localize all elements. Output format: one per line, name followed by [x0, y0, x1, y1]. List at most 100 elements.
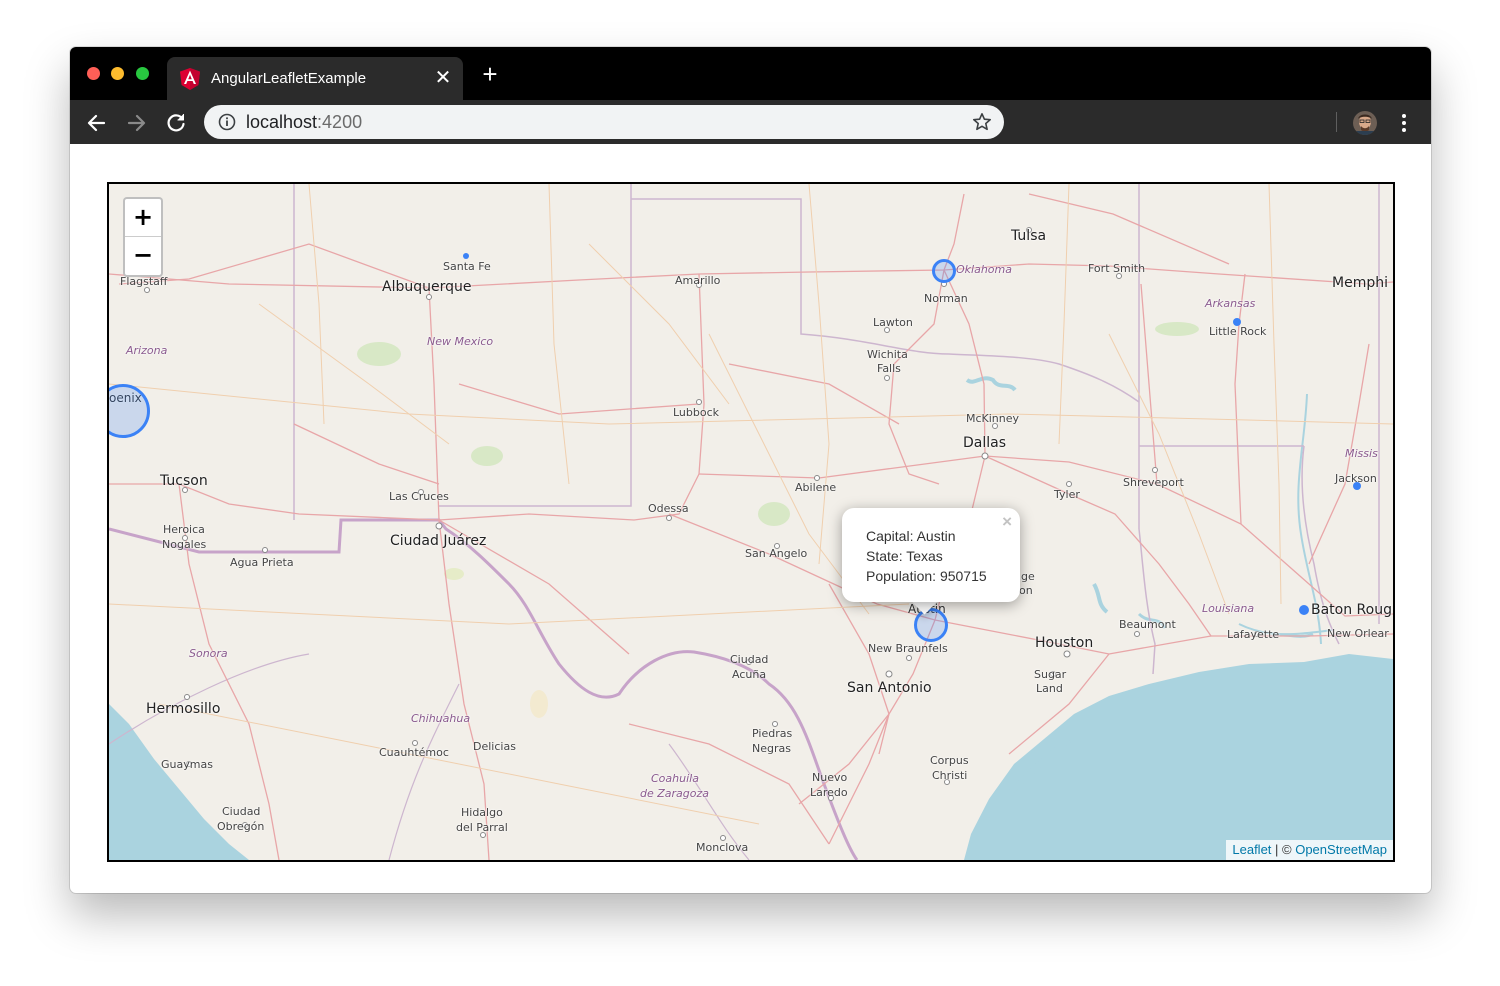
map-label-albuquerque: Albuquerque — [382, 279, 472, 295]
map-label-ciudad-acuna: Ciudad — [730, 653, 769, 666]
map-label-sugar-land: Sugar — [1034, 668, 1067, 681]
map-label-san-angelo: San Angelo — [745, 547, 808, 560]
profile-avatar-icon[interactable] — [1353, 111, 1377, 135]
map-label-piedras-negras: Piedras — [752, 727, 793, 740]
map-label-wichita-falls: Falls — [877, 362, 901, 375]
map-label-ciudad-obregon: Ciudad — [222, 805, 261, 818]
capital-marker-oklahoma-city[interactable] — [932, 259, 956, 283]
map-label-lafayette: Lafayette — [1227, 628, 1280, 641]
popup-capital: Capital: Austin — [866, 528, 956, 544]
map-label-heroica-nogales: Heroica — [163, 523, 205, 536]
capital-marker-santa-fe[interactable] — [463, 253, 469, 259]
map-attribution: Leaflet | © OpenStreetMap — [1226, 840, 1393, 860]
map-label-ciudad-obregon: Obregón — [217, 820, 265, 833]
maximize-window-button[interactable] — [136, 67, 149, 80]
map-label-corpus-christi: Christi — [932, 769, 968, 782]
zoom-out-button[interactable]: − — [125, 237, 161, 274]
map-label-coahuila: Coahuila — [651, 772, 699, 785]
map-label-memphis: Memphi — [1332, 275, 1388, 291]
map-label-college-station: ge — [1021, 570, 1035, 583]
forward-arrow-icon[interactable] — [123, 110, 149, 136]
reload-icon[interactable] — [163, 110, 189, 136]
zoom-in-button[interactable]: + — [125, 199, 161, 237]
map-label-cuauhtemoc: Cuauhtémoc — [379, 746, 449, 759]
map-label-nuevo-laredo: Laredo — [810, 786, 848, 799]
map-label-amarillo: Amarillo — [675, 274, 721, 287]
map-label-ciudad-juarez: Ciudad Juárez — [390, 533, 487, 549]
map-label-tyler: Tyler — [1054, 488, 1080, 501]
map-label-nuevo-laredo: Nuevo — [812, 771, 848, 784]
popup-state: State: Texas — [866, 548, 943, 564]
map-tiles — [109, 184, 1393, 860]
capital-marker-jackson[interactable] — [1353, 482, 1361, 490]
map-label-new-braunfels: New Braunfels — [868, 642, 948, 655]
url-text: localhost:4200 — [246, 112, 363, 132]
map-label-houston: Houston — [1035, 635, 1094, 651]
map-label-odessa: Odessa — [648, 502, 689, 515]
map-label-lubbock: Lubbock — [673, 406, 720, 419]
capital-marker-baton-rouge[interactable] — [1299, 605, 1309, 615]
map-label-san-antonio: San Antonio — [847, 680, 932, 696]
close-window-button[interactable] — [87, 67, 100, 80]
map-label-hermosillo: Hermosillo — [146, 701, 221, 717]
map-label-norman: Norman — [924, 292, 968, 305]
map-label-new-mexico: New Mexico — [427, 335, 494, 348]
tab-title: AngularLeafletExample — [211, 70, 367, 87]
map-label-agua-prieta: Agua Prieta — [230, 556, 294, 569]
map-label-arizona: Arizona — [126, 344, 168, 357]
map-label-fort-smith: Fort Smith — [1088, 262, 1146, 275]
zoom-control: + − — [123, 197, 163, 277]
map-label-tucson: Tucson — [160, 473, 208, 489]
address-bar[interactable]: localhost:4200 — [204, 105, 1004, 139]
map-label-shreveport: Shreveport — [1123, 476, 1184, 489]
popup-close-icon[interactable]: × — [1002, 512, 1012, 532]
map-label-oklahoma: Oklahoma — [956, 263, 1012, 276]
browser-window: AngularLeafletExample ✕ + localhost:4200 — [70, 47, 1431, 893]
map-label-coahuila: de Zaragoza — [640, 787, 710, 800]
map-label-louisiana: Louisiana — [1202, 602, 1255, 615]
capital-marker-austin[interactable] — [914, 608, 948, 642]
map-label-chihuahua: Chihuahua — [411, 712, 471, 725]
marker-popup: × Capital: Austin State: Texas Populatio… — [842, 508, 1020, 602]
openstreetmap-link[interactable]: OpenStreetMap — [1295, 842, 1387, 857]
map-label-new-orleans: New Orlear — [1327, 627, 1389, 640]
new-tab-icon[interactable]: + — [478, 61, 502, 87]
map-label-hidalgo-del-parral: Hidalgo — [461, 806, 503, 819]
back-arrow-icon[interactable] — [84, 110, 110, 136]
map-label-abilene: Abilene — [795, 481, 837, 494]
map-label-delicias: Delicias — [473, 740, 516, 753]
leaflet-map[interactable]: Flagstaff Santa Fe Albuquerque Amarillo … — [107, 182, 1395, 862]
site-info-icon[interactable] — [218, 113, 236, 131]
map-label-guaymas: Guaymas — [161, 758, 213, 771]
map-label-mississippi: Missis — [1345, 447, 1378, 460]
map-label-heroica-nogales: Nogales — [162, 538, 207, 551]
map-label-hidalgo-del-parral: del Parral — [456, 821, 508, 834]
popup-population: Population: 950715 — [866, 568, 987, 584]
map-label-tulsa: Tulsa — [1011, 228, 1047, 244]
map-label-piedras-negras: Negras — [752, 742, 791, 755]
map-label-baton-rouge: Baton Roug — [1311, 602, 1392, 618]
map-label-college-station: on — [1019, 584, 1033, 597]
toolbar-separator — [1336, 112, 1337, 132]
more-menu-icon[interactable] — [1392, 111, 1416, 135]
leaflet-link[interactable]: Leaflet — [1232, 842, 1271, 857]
map-label-sonora: Sonora — [189, 647, 228, 660]
map-label-wichita-falls: Wichita — [867, 348, 908, 361]
map-label-corpus-christi: Corpus — [930, 754, 969, 767]
map-label-arkansas: Arkansas — [1205, 297, 1256, 310]
minimize-window-button[interactable] — [111, 67, 124, 80]
map-label-las-cruces: Las Cruces — [389, 490, 449, 503]
tab-angular-leaflet-example[interactable]: AngularLeafletExample ✕ — [167, 57, 463, 100]
map-label-santa-fe: Santa Fe — [443, 260, 491, 273]
bookmark-star-icon[interactable] — [972, 112, 992, 132]
attribution-separator: | © — [1271, 842, 1296, 857]
map-label-monclova: Monclova — [696, 841, 749, 854]
tab-close-icon[interactable]: ✕ — [431, 66, 455, 90]
map-label-mckinney: McKinney — [966, 412, 1020, 425]
map-label-lawton: Lawton — [873, 316, 913, 329]
capital-marker-little-rock[interactable] — [1233, 318, 1241, 326]
map-label-little-rock: Little Rock — [1209, 325, 1267, 338]
map-label-sugar-land: Land — [1036, 682, 1063, 695]
browser-toolbar: localhost:4200 — [70, 100, 1431, 144]
map-label-beaumont: Beaumont — [1119, 618, 1176, 631]
